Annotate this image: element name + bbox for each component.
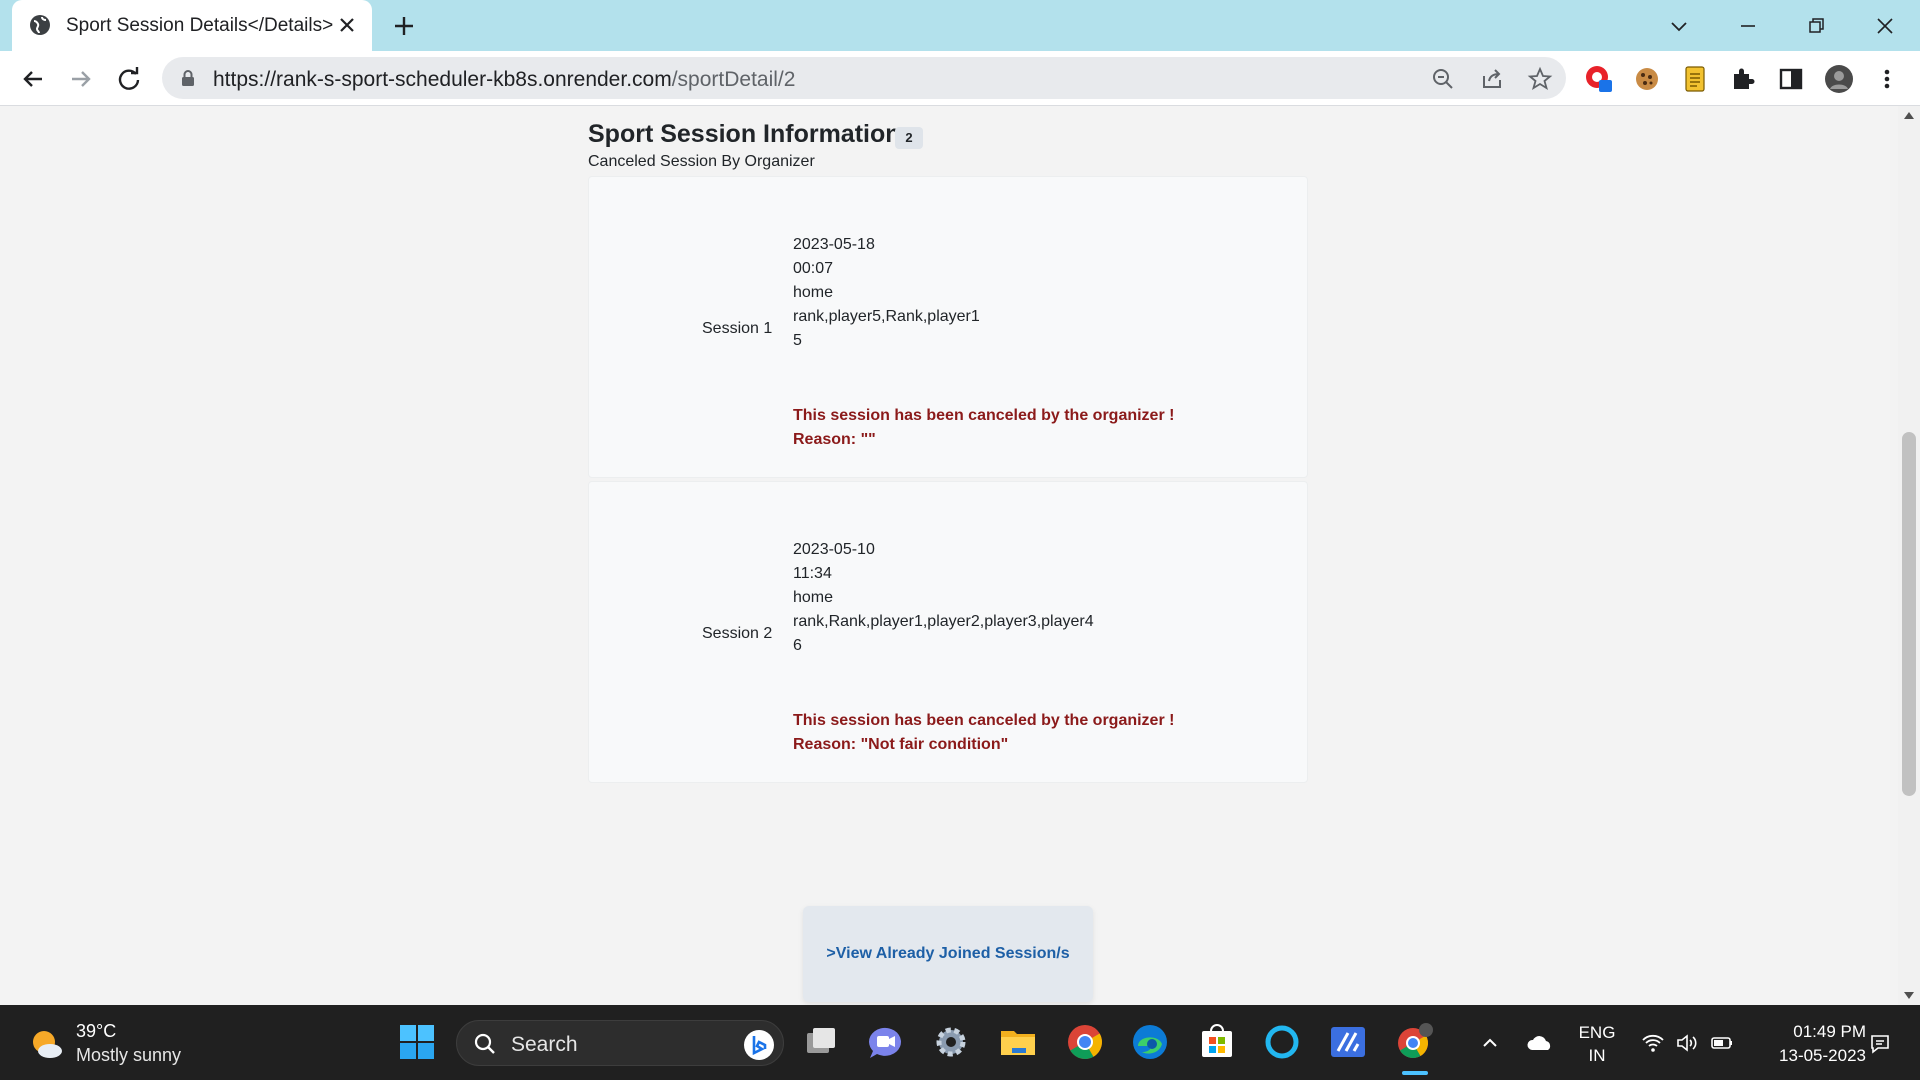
tab-title: Sport Session Details</Details> [66,15,334,36]
globe-icon [30,15,50,35]
vscode-like-app-icon[interactable] [1328,1022,1368,1062]
taskbar-search[interactable]: Search [456,1020,784,1066]
session-players: rank,Rank,player1,player2,player3,player… [793,613,1094,630]
microsoft-store-icon[interactable] [1197,1022,1237,1062]
scroll-thumb[interactable] [1902,432,1916,796]
url-text[interactable]: https://rank-s-sport-scheduler-kb8s.onre… [213,68,795,92]
windows-taskbar: 39°C Mostly sunny Search ENG IN 01:49 PM… [0,1005,1920,1080]
session-card-1: Session 1 2023-05-18 00:07 home rank,pla… [588,176,1308,478]
settings-gear-icon[interactable] [931,1022,971,1062]
session-count-badge: 2 [895,127,923,149]
minimize-icon[interactable] [1732,10,1764,42]
close-window-icon[interactable] [1869,10,1901,42]
lock-icon[interactable] [180,69,196,87]
session-player-count: 5 [793,332,802,349]
back-arrow-icon[interactable] [18,64,48,94]
side-panel-icon[interactable] [1776,64,1806,94]
scroll-down-arrow-icon[interactable] [1904,992,1914,999]
session-venue: home [793,589,834,606]
browser-menu-icon[interactable] [1872,64,1902,94]
browser-toolbar: https://rank-s-sport-scheduler-kb8s.onre… [0,51,1920,106]
restore-icon[interactable] [1800,10,1832,42]
session-venue: home [793,284,834,301]
url-path: /sportDetail/2 [671,68,796,91]
cortana-icon[interactable] [1262,1022,1302,1062]
weather-temperature[interactable]: 39°C [76,1021,116,1042]
cancel-notice: This session has been canceled by the or… [793,404,1174,452]
session-card-2: Session 2 2023-05-10 11:34 home rank,Ran… [588,481,1308,783]
show-hidden-icons-chevron-icon[interactable] [1478,1032,1502,1054]
session-time: 11:34 [793,565,832,582]
cancel-message: This session has been canceled by the or… [793,407,1175,424]
battery-icon[interactable] [1710,1032,1734,1054]
notes-extension-icon[interactable] [1680,64,1710,94]
bookmark-star-icon[interactable] [1527,66,1553,92]
page-subtitle: Canceled Session By Organizer [588,153,815,170]
reload-icon[interactable] [114,64,144,94]
page-title: Sport Session Information [588,120,901,148]
weather-description[interactable]: Mostly sunny [76,1045,181,1066]
chrome-icon[interactable] [1065,1022,1105,1062]
session-label: Session 2 [702,625,773,642]
search-icon [474,1033,495,1054]
session-date: 2023-05-10 [793,541,875,558]
language-indicator-bottom[interactable]: IN [1576,1046,1618,1066]
search-placeholder: Search [511,1033,578,1056]
cookie-extension-icon[interactable] [1632,64,1662,94]
url-host: https://rank-s-sport-scheduler-kb8s.onre… [213,68,672,91]
browser-tab-strip: Sport Session Details</Details> [0,0,1920,51]
extensions-puzzle-icon[interactable] [1728,64,1758,94]
language-indicator-top[interactable]: ENG [1576,1023,1618,1043]
close-tab-icon[interactable] [334,12,360,38]
address-bar[interactable]: https://rank-s-sport-scheduler-kb8s.onre… [162,57,1566,99]
session-time: 00:07 [793,260,834,277]
extension-red-icon[interactable] [1584,64,1614,94]
teams-chat-icon[interactable] [865,1022,905,1062]
cancel-message: This session has been canceled by the or… [793,712,1175,729]
chrome-profile-icon[interactable] [1394,1022,1434,1062]
session-label: Session 1 [702,320,773,337]
tab-search-chevron-icon[interactable] [1663,10,1695,42]
notifications-icon[interactable] [1868,1032,1892,1054]
clock-time[interactable]: 01:49 PM [1752,1022,1866,1042]
session-date: 2023-05-18 [793,236,875,253]
clock-date[interactable]: 13-05-2023 [1752,1046,1866,1066]
page-scrollbar[interactable] [1898,106,1920,1005]
browser-tab[interactable]: Sport Session Details</Details> [12,0,372,51]
bing-icon[interactable] [743,1029,775,1061]
new-tab-icon[interactable] [390,12,418,40]
scroll-up-arrow-icon[interactable] [1904,112,1914,119]
session-players: rank,player5,Rank,player1 [793,308,980,325]
forward-arrow-icon[interactable] [66,64,96,94]
cancel-reason: Reason: "" [793,431,876,448]
view-joined-sessions-button[interactable]: >View Already Joined Session/s [803,906,1093,1002]
edge-icon[interactable] [1130,1022,1170,1062]
windows-start-icon[interactable] [397,1022,437,1062]
volume-icon[interactable] [1675,1032,1699,1054]
share-icon[interactable] [1479,66,1505,92]
session-details: 2023-05-18 00:07 home rank,player5,Rank,… [793,233,980,353]
task-view-icon[interactable] [801,1022,841,1062]
zoom-icon[interactable] [1430,66,1456,92]
weather-sun-cloud-icon[interactable] [28,1027,66,1061]
cancel-notice: This session has been canceled by the or… [793,709,1174,757]
cancel-reason: Reason: "Not fair condition" [793,736,1009,753]
wifi-icon[interactable] [1641,1032,1665,1054]
file-explorer-icon[interactable] [998,1022,1038,1062]
session-details: 2023-05-10 11:34 home rank,Rank,player1,… [793,538,1094,658]
profile-avatar[interactable] [1824,64,1854,94]
onedrive-cloud-icon[interactable] [1526,1032,1554,1054]
active-app-indicator [1402,1071,1428,1075]
session-player-count: 6 [793,637,802,654]
page-content: Sport Session Information 2 Canceled Ses… [0,106,1898,1005]
